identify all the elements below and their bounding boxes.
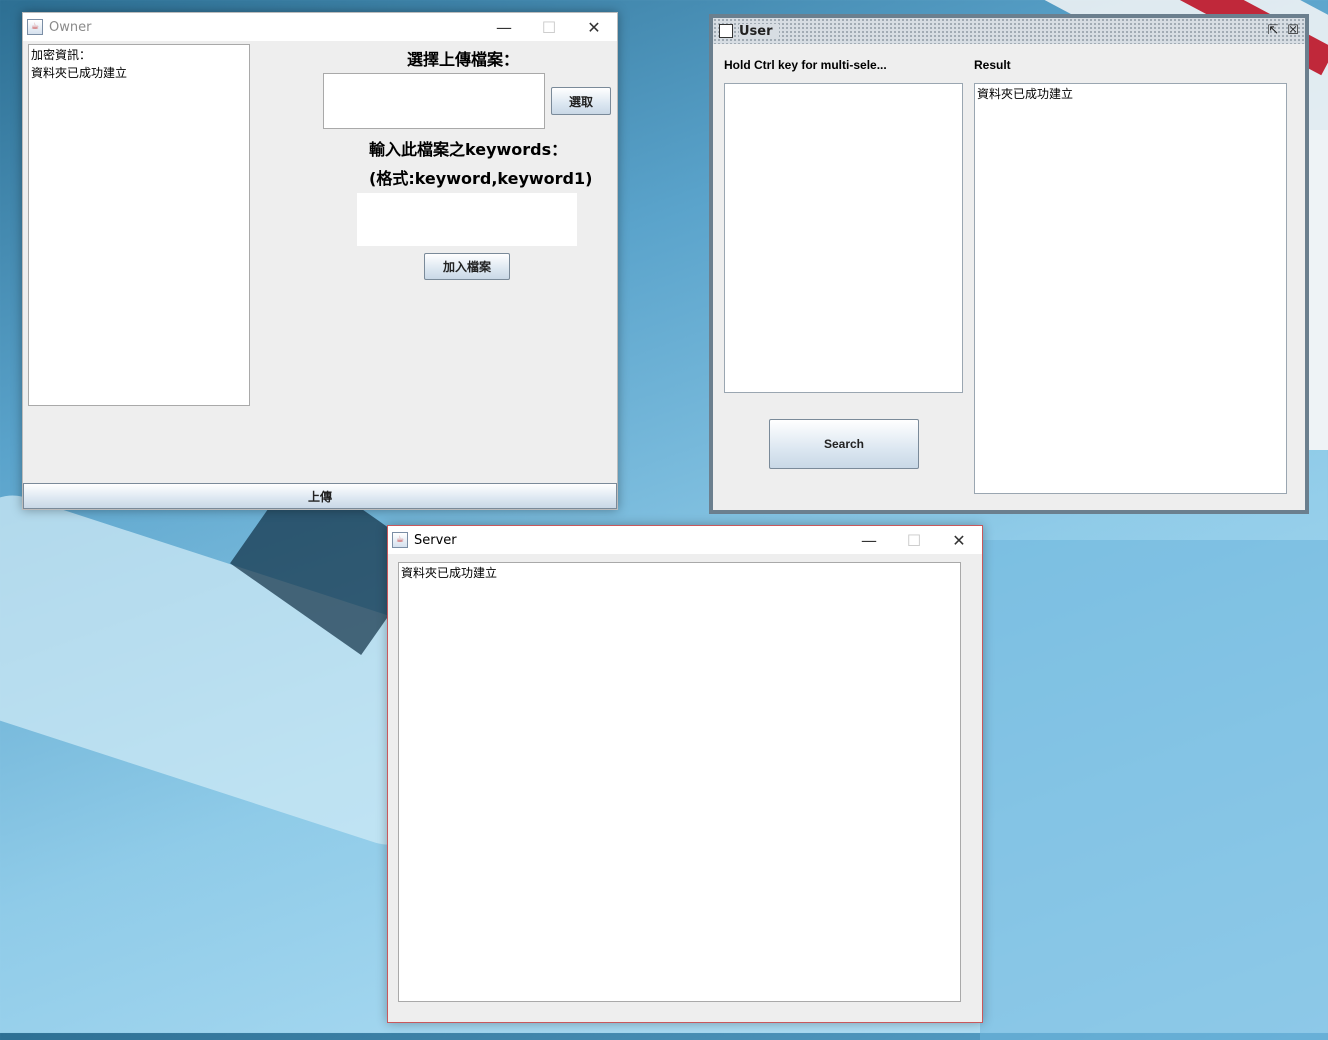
multi-select-label: Hold Ctrl key for multi-sele... (724, 58, 887, 72)
result-textarea[interactable]: 資料夾已成功建立 (974, 83, 1287, 494)
restore-icon[interactable]: ⇱ (1265, 22, 1281, 38)
user-titlebar[interactable]: User ⇱ ☒ (713, 18, 1305, 44)
java-app-icon: ☕ (392, 532, 408, 548)
close-icon[interactable]: ✕ (936, 526, 982, 554)
server-titlebar[interactable]: ☕ Server — ☐ ✕ (388, 526, 982, 554)
minimize-icon[interactable]: — (481, 13, 527, 41)
select-file-button[interactable]: 選取 (551, 87, 611, 115)
java-app-icon: ☕ (27, 19, 43, 35)
maximize-icon[interactable]: ☐ (891, 526, 937, 554)
keywords-input[interactable] (357, 193, 577, 246)
selected-file-field[interactable] (323, 73, 545, 129)
owner-log-textarea[interactable]: 加密資訊： 資料夾已成功建立 (28, 44, 250, 406)
select-file-label: 選擇上傳檔案： (407, 50, 520, 69)
server-window: ☕ Server — ☐ ✕ 資料夾已成功建立 (387, 525, 983, 1023)
upload-button[interactable]: 上傳 (23, 483, 617, 509)
owner-window: ☕ Owner — ☐ ✕ 加密資訊： 資料夾已成功建立 選擇上傳檔案： 選取 … (22, 12, 618, 510)
owner-window-title: Owner (49, 19, 92, 35)
server-log-textarea[interactable]: 資料夾已成功建立 (398, 562, 961, 1002)
minimize-icon[interactable]: — (846, 526, 892, 554)
owner-titlebar[interactable]: ☕ Owner — ☐ ✕ (23, 13, 617, 41)
close-icon[interactable]: ☒ (1285, 22, 1301, 38)
keywords-format-label: (格式:keyword,keyword1) (369, 169, 593, 188)
result-label: Result (974, 58, 1011, 72)
close-icon[interactable]: ✕ (571, 13, 617, 41)
search-button[interactable]: Search (769, 419, 919, 469)
window-menu-icon[interactable] (719, 24, 733, 38)
maximize-icon[interactable]: ☐ (526, 13, 572, 41)
user-window-title: User (739, 23, 779, 39)
server-window-title: Server (414, 532, 457, 548)
keyword-list[interactable] (724, 83, 963, 393)
user-window: User ⇱ ☒ Hold Ctrl key for multi-sele...… (709, 14, 1309, 514)
wallpaper-shape (980, 540, 1328, 1040)
keywords-label: 輸入此檔案之keywords： (369, 140, 568, 159)
add-file-button[interactable]: 加入檔案 (424, 253, 510, 280)
